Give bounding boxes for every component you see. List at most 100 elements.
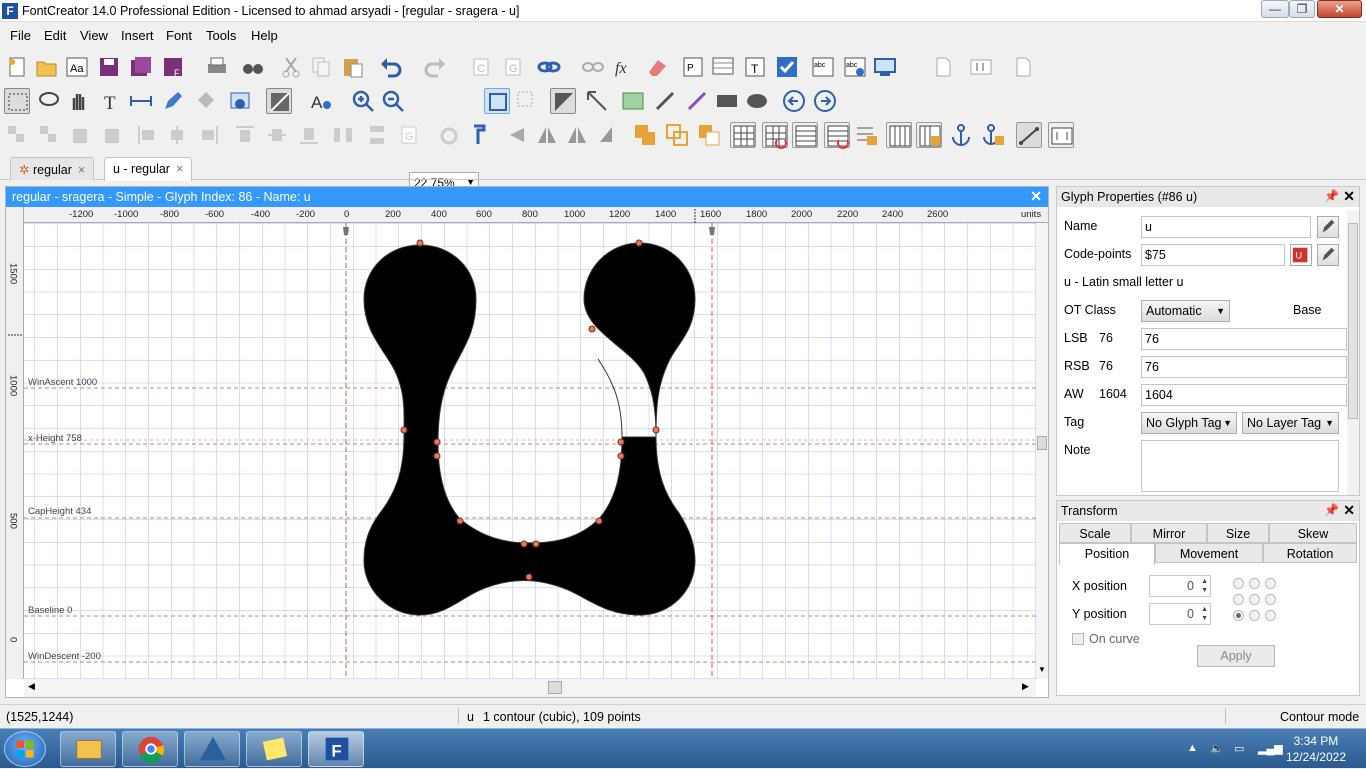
flip-left-icon[interactable]: [504, 122, 530, 148]
menu-font[interactable]: Font: [166, 28, 192, 43]
undo-icon[interactable]: [378, 54, 404, 80]
spin-up-icon[interactable]: ▲: [1201, 606, 1208, 613]
minimize-button[interactable]: —: [1261, 0, 1289, 18]
on-curve-checkbox[interactable]: [1072, 633, 1084, 645]
group-icon[interactable]: [36, 122, 62, 148]
distribute-h-icon[interactable]: [330, 122, 356, 148]
rectangle-icon[interactable]: [714, 88, 740, 114]
fit-icon[interactable]: [484, 88, 510, 114]
tab-size[interactable]: Size: [1207, 523, 1269, 543]
anchor-radio[interactable]: [1265, 578, 1276, 589]
combine-icon[interactable]: [68, 122, 94, 148]
align-bottom-icon[interactable]: [296, 122, 322, 148]
grid-undo-icon[interactable]: [762, 122, 788, 149]
scroll-thumb[interactable]: [1037, 436, 1047, 450]
anchor-icon[interactable]: [948, 122, 974, 148]
anchor-radio[interactable]: [1265, 594, 1276, 605]
lock-guides-icon[interactable]: [854, 122, 880, 148]
note-field[interactable]: [1141, 440, 1339, 492]
glyph-g-icon[interactable]: G: [396, 122, 422, 148]
text-icon[interactable]: T: [98, 88, 124, 114]
grid-icon[interactable]: [730, 122, 756, 148]
scroll-thumb[interactable]: [1348, 223, 1358, 419]
pin-icon[interactable]: 📌: [1324, 503, 1339, 517]
maximize-button[interactable]: ❐: [1289, 0, 1315, 18]
unlink-icon[interactable]: [580, 54, 606, 80]
x-position-input[interactable]: 0 ▲ ▼: [1149, 575, 1211, 597]
edit-name-button[interactable]: [1317, 216, 1339, 238]
mirror-icon[interactable]: [534, 122, 560, 148]
menu-tools[interactable]: Tools: [206, 28, 236, 43]
anchor-radio[interactable]: [1249, 594, 1260, 605]
save-icon[interactable]: [96, 54, 122, 80]
unicode-icon[interactable]: U: [1290, 244, 1312, 266]
print-icon[interactable]: [204, 54, 230, 80]
anchor-radio[interactable]: [1233, 578, 1244, 589]
name-field[interactable]: u: [1141, 216, 1311, 238]
formula-icon[interactable]: fx: [612, 54, 638, 80]
contour-icon[interactable]: [550, 88, 576, 114]
link-icon[interactable]: [536, 54, 562, 80]
volume-icon[interactable]: 🔈: [1210, 742, 1224, 755]
explorer-icon[interactable]: [60, 731, 116, 767]
scroll-right-icon[interactable]: ▶: [1022, 681, 1029, 692]
close-icon[interactable]: ✕: [1343, 188, 1355, 205]
eraser-icon[interactable]: [644, 54, 670, 80]
close-icon[interactable]: ✕: [1343, 502, 1355, 519]
open-icon[interactable]: [34, 54, 60, 80]
align-center-icon[interactable]: [164, 122, 190, 148]
contour-view-icon[interactable]: [1016, 122, 1042, 148]
menu-view[interactable]: View: [80, 28, 108, 43]
break-icon[interactable]: [100, 122, 126, 148]
ellipse-icon[interactable]: [744, 88, 770, 114]
intersect-icon[interactable]: [664, 122, 690, 148]
scroll-thumb[interactable]: [548, 681, 562, 694]
clock[interactable]: 3:34 PM 12/24/2022: [1286, 733, 1346, 765]
export-icon[interactable]: [968, 54, 994, 80]
tab-regular[interactable]: ✲ regular ×: [10, 157, 95, 180]
scroll-down-icon[interactable]: ▼: [1038, 665, 1046, 674]
close-button[interactable]: ✕: [1317, 0, 1362, 18]
tab-rotation[interactable]: Rotation: [1263, 543, 1357, 563]
apply-button[interactable]: Apply: [1197, 645, 1275, 667]
menu-edit[interactable]: Edit: [44, 28, 66, 43]
select-rect-icon[interactable]: [4, 88, 30, 114]
validate-icon[interactable]: [774, 54, 800, 80]
scroll-left-icon[interactable]: ◀: [28, 681, 35, 692]
tab-skew[interactable]: Skew: [1269, 523, 1357, 543]
spellcheck-icon[interactable]: abc: [810, 54, 836, 80]
start-button[interactable]: [4, 731, 46, 767]
hand-icon[interactable]: [66, 88, 92, 114]
cut-icon[interactable]: [278, 54, 304, 80]
spin-up-icon[interactable]: ▲: [1201, 578, 1208, 585]
knife-icon[interactable]: [684, 88, 710, 114]
close-icon[interactable]: ×: [78, 163, 85, 177]
pin-icon[interactable]: 📌: [1324, 189, 1339, 203]
align-left-icon[interactable]: [134, 122, 160, 148]
anchor-radio[interactable]: [1233, 594, 1244, 605]
menu-insert[interactable]: Insert: [121, 28, 154, 43]
vertical-grid-icon[interactable]: [886, 122, 912, 148]
lsb-field[interactable]: 76: [1141, 328, 1347, 350]
anchor-radio[interactable]: [1265, 610, 1276, 621]
sticky-notes-icon[interactable]: [246, 731, 302, 767]
spin-down-icon[interactable]: ▼: [1201, 615, 1208, 622]
zoom-rect-icon[interactable]: [514, 88, 540, 114]
panel-scrollbar[interactable]: [1347, 211, 1359, 495]
zoom-out-icon[interactable]: [380, 88, 406, 114]
guidelines-undo-icon[interactable]: [824, 122, 850, 149]
point-tool-icon[interactable]: [584, 88, 610, 114]
glyph-insert-icon[interactable]: C: [468, 54, 494, 80]
image-tool-icon[interactable]: [228, 88, 254, 114]
pencil-icon[interactable]: [160, 88, 186, 114]
fontcreator-task-icon[interactable]: F: [308, 731, 364, 767]
vertical-lock-icon[interactable]: [916, 122, 942, 148]
properties-icon[interactable]: P: [680, 54, 706, 80]
find-icon[interactable]: [240, 54, 266, 80]
y-position-input[interactable]: 0 ▲ ▼: [1149, 603, 1211, 625]
text-tool-icon[interactable]: T: [742, 54, 768, 80]
align-right-icon[interactable]: [196, 122, 222, 148]
align-top-icon[interactable]: [232, 122, 258, 148]
zoom-in-icon[interactable]: [350, 88, 376, 114]
tab-mirror[interactable]: Mirror: [1131, 523, 1207, 543]
